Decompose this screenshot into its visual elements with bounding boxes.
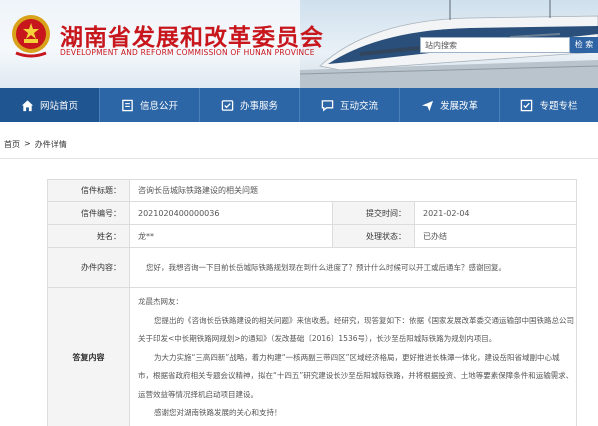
search-button[interactable]: 检 索 — [570, 37, 598, 53]
number-value: 2021020400000036 — [130, 202, 333, 225]
number-label: 信件编号： — [48, 202, 130, 225]
reply-label: 答复内容 — [48, 288, 130, 426]
checklist-icon — [521, 99, 533, 111]
reply-content: 龙晨杰网友： 您提出的《咨询长岳铁路建设的相关问题》来信收悉。经研究，现答复如下… — [130, 288, 577, 426]
reply-paragraph: 为大力实施“三高四新”战略，着力构建“一核两副三带四区”区域经济格局，更好推进长… — [154, 352, 560, 362]
nav-label: 办事服务 — [239, 101, 278, 112]
search-input[interactable]: 站内搜索 — [420, 37, 570, 53]
nav-item-interaction[interactable]: 互动交流 — [300, 88, 400, 122]
nav-label: 发展改革 — [439, 101, 478, 112]
national-emblem-logo — [12, 15, 50, 58]
status-label: 处理状态： — [333, 225, 415, 248]
reply-paragraph: 市，根据省政府相关专题会议精神，拟在“十四五”研究建设长沙至岳阳城际铁路，并将根… — [138, 371, 574, 380]
breadcrumb-home-link[interactable]: 首页 — [4, 139, 20, 150]
reply-paragraph: 运营效益等情况择机启动项目建设。 — [138, 389, 258, 399]
nav-label: 网站首页 — [39, 101, 78, 112]
letter-detail-table: 信件标题： 咨询长岳城际铁路建设的相关问题 信件编号： 202102040000… — [47, 179, 577, 426]
title-label: 信件标题： — [48, 180, 130, 202]
divider — [0, 158, 598, 159]
reply-paragraph: 关于印发<中长期铁路网规划>的通知》（发改基础〔2016〕1536号），长沙至岳… — [138, 334, 497, 343]
nav-label: 专题专栏 — [539, 101, 578, 112]
status-value: 已办结 — [415, 225, 577, 248]
header-banner: 湖南省发展和改革委员会 DEVELOPMENT AND REFORM COMMI… — [0, 0, 598, 88]
nav-item-services[interactable]: 办事服务 — [200, 88, 300, 122]
title-value: 咨询长岳城际铁路建设的相关问题 — [130, 180, 577, 202]
content-value: 您好，我想咨询一下目前长岳城际铁路规划现在到什么进度了？预计什么时候可以开工或后… — [130, 248, 577, 288]
date-value: 2021-02-04 — [415, 202, 577, 225]
home-icon — [21, 99, 34, 111]
reply-closing: 感谢您对湖南铁路发展的关心和支持！ — [154, 408, 282, 417]
plane-icon — [421, 100, 434, 111]
site-subtitle: DEVELOPMENT AND REFORM COMMISSION OF HUN… — [60, 48, 315, 57]
content-label: 办件内容： — [48, 248, 130, 288]
main-nav: 网站首页 信息公开 办事服务 互动交流 发展改革 专题专栏 — [0, 88, 598, 122]
site-title: 湖南省发展和改革委员会 — [60, 25, 324, 51]
reply-greeting: 龙晨杰网友： — [138, 297, 183, 306]
name-label: 姓名： — [48, 225, 130, 248]
nav-item-special-topics[interactable]: 专题专栏 — [500, 88, 598, 122]
document-icon — [122, 99, 133, 111]
name-value: 龙** — [130, 225, 333, 248]
nav-item-info-disclosure[interactable]: 信息公开 — [100, 88, 200, 122]
nav-label: 互动交流 — [339, 101, 378, 112]
nav-item-development-reform[interactable]: 发展改革 — [400, 88, 500, 122]
date-label: 提交时间： — [333, 202, 415, 225]
breadcrumb: 首页 > 办件详情 — [4, 139, 67, 150]
reply-paragraph: 您提出的《咨询长岳铁路建设的相关问题》来信收悉。经研究，现答复如下：依据《国家发… — [154, 315, 574, 325]
chat-icon — [321, 99, 334, 112]
nav-label: 信息公开 — [139, 101, 178, 112]
breadcrumb-current: 办件详情 — [34, 140, 67, 149]
breadcrumb-separator: > — [24, 139, 31, 148]
nav-item-home[interactable]: 网站首页 — [0, 88, 100, 122]
service-icon — [221, 99, 234, 111]
